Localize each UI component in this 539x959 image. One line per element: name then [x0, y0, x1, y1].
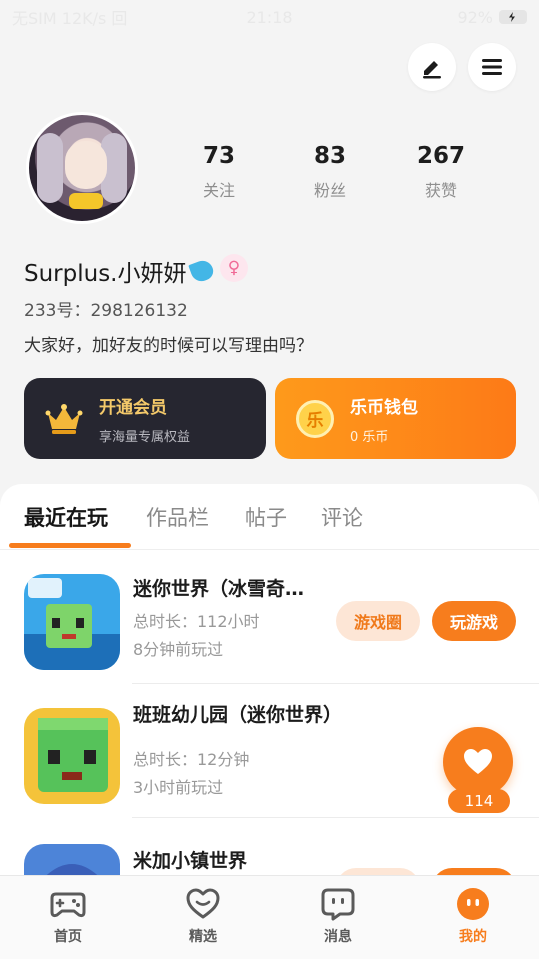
- nav-home[interactable]: 首页: [28, 886, 108, 946]
- stat-following-value: 73: [202, 143, 235, 169]
- like-count: 114: [448, 789, 510, 813]
- nav-featured[interactable]: 精选: [163, 886, 243, 946]
- crown-icon: [44, 399, 84, 439]
- stat-fans-label: 粉丝: [313, 181, 346, 200]
- nav-messages-label: 消息: [324, 929, 352, 945]
- stat-likes-label: 获赞: [424, 181, 457, 200]
- floating-like-button[interactable]: [443, 727, 513, 797]
- nickname-text: Surplus.小妍妍: [24, 261, 187, 287]
- edit-profile-button[interactable]: [408, 43, 456, 91]
- menu-button[interactable]: [468, 43, 516, 91]
- female-icon: ♀: [220, 254, 248, 282]
- status-bar: 无SIM 12K/s 回 21:18 92%: [0, 0, 539, 34]
- game-icon-kindergarten: [24, 708, 120, 804]
- vip-text: 开通会员 享海量专属权益: [99, 393, 190, 445]
- stat-likes[interactable]: 267 获赞: [406, 143, 476, 201]
- bottom-nav: 首页 精选 消息 我的: [0, 875, 539, 959]
- wallet-card[interactable]: 乐 乐币钱包 0 乐币: [275, 378, 516, 459]
- coin-icon: 乐: [295, 399, 335, 439]
- chat-bubble-icon: [320, 886, 356, 922]
- nav-home-label: 首页: [54, 929, 82, 945]
- heart-icon: [464, 749, 492, 774]
- content-sheet: 最近在玩 作品栏 帖子 评论 迷你世界（冰雪奇… 总时长：112小时 8分钟前玩…: [0, 484, 539, 875]
- wallet-title: 乐币钱包: [350, 397, 418, 418]
- game-icon-miga-town: [24, 844, 120, 875]
- wallet-text: 乐币钱包 0 乐币: [350, 393, 418, 445]
- avatar-bow: [69, 193, 103, 209]
- game-name: 米加小镇世界: [133, 850, 248, 872]
- stat-following-label: 关注: [202, 181, 235, 200]
- game-name: 班班幼儿园（迷你世界）: [133, 704, 343, 726]
- game-name: 迷你世界（冰雪奇…: [133, 578, 305, 600]
- user-id: 233号：298126132: [24, 301, 188, 321]
- status-time: 21:18: [246, 7, 293, 27]
- vip-card[interactable]: 开通会员 享海量专属权益: [24, 378, 266, 459]
- stat-following[interactable]: 73 关注: [184, 143, 254, 201]
- play-game-button[interactable]: 玩游戏: [432, 601, 516, 641]
- game-last-played: 3小时前玩过: [133, 778, 224, 797]
- tab-bar: 最近在玩 作品栏 帖子 评论: [0, 484, 539, 550]
- game-duration: 总时长：112小时: [133, 612, 260, 631]
- stat-fans-value: 83: [313, 143, 346, 169]
- game-icon-mini-world-ice: [24, 574, 120, 670]
- heart-outline-icon: [185, 886, 221, 922]
- nav-messages[interactable]: 消息: [298, 886, 378, 946]
- nav-me[interactable]: 我的: [433, 886, 513, 946]
- pen-icon: [423, 61, 441, 79]
- avatar-face: [65, 141, 107, 189]
- bio: 大家好，加好友的时候可以写理由吗？: [24, 336, 313, 356]
- stat-likes-value: 267: [416, 143, 465, 169]
- tab-works[interactable]: 作品栏: [146, 502, 209, 532]
- tab-comments[interactable]: 评论: [321, 502, 363, 532]
- game-row[interactable]: 米加小镇世界: [0, 818, 539, 875]
- game-circle-button[interactable]: [336, 868, 420, 875]
- profile-face-icon: [455, 886, 491, 922]
- nav-me-label: 我的: [459, 929, 487, 945]
- play-game-button[interactable]: [432, 868, 516, 875]
- stat-fans[interactable]: 83 粉丝: [295, 143, 365, 201]
- tab-indicator: [9, 543, 131, 548]
- battery-icon: [499, 10, 527, 24]
- tab-posts[interactable]: 帖子: [245, 502, 287, 532]
- tab-recent[interactable]: 最近在玩: [24, 502, 108, 532]
- hamburger-icon: [482, 59, 502, 75]
- game-last-played: 8分钟前玩过: [133, 640, 224, 659]
- wallet-balance: 0 乐币: [350, 429, 389, 445]
- vip-subtitle: 享海量专属权益: [99, 429, 191, 445]
- game-circle-button[interactable]: 游戏圈: [336, 601, 420, 641]
- vip-title: 开通会员: [99, 397, 167, 418]
- avatar-hair-left: [37, 133, 63, 203]
- nav-featured-label: 精选: [189, 929, 217, 945]
- water-drop-icon: [187, 257, 216, 285]
- gamepad-icon: [50, 886, 86, 922]
- coin-glyph: 乐: [296, 399, 334, 438]
- avatar[interactable]: [26, 112, 138, 224]
- game-row[interactable]: 迷你世界（冰雪奇… 总时长：112小时 8分钟前玩过 游戏圈 玩游戏: [0, 550, 539, 684]
- nickname: Surplus.小妍妍: [24, 254, 216, 288]
- game-duration: 总时长：12分钟: [133, 750, 250, 769]
